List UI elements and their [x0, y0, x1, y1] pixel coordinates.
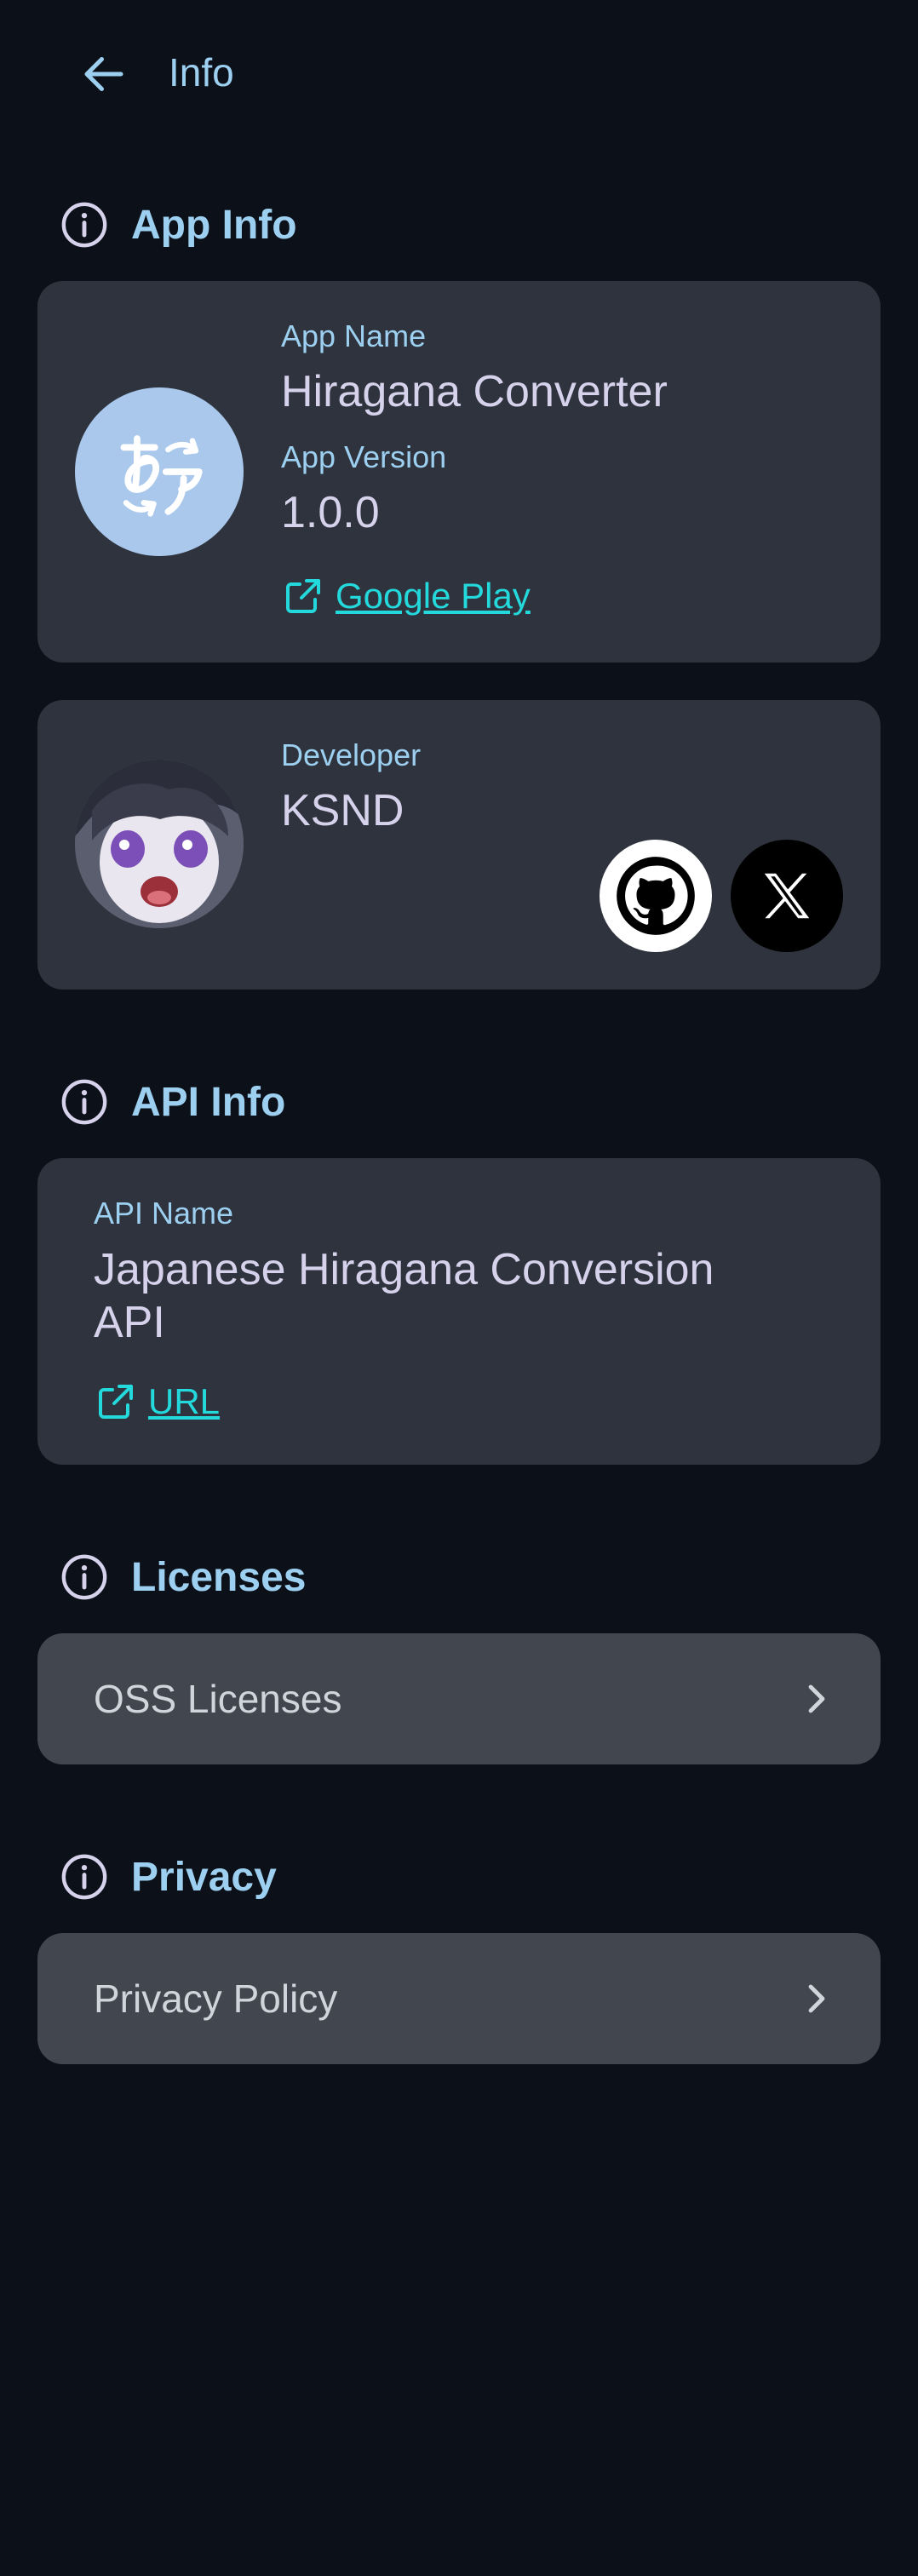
api-info-card: API Name Japanese Hiragana Conversion AP… [37, 1158, 881, 1465]
developer-name: KSND [281, 786, 404, 835]
section-title: Privacy [131, 1854, 277, 1900]
oss-licenses-label: OSS Licenses [94, 1677, 342, 1721]
open-in-new-icon [99, 1385, 133, 1419]
app-name-label: App Name [281, 318, 427, 353]
chevron-right-icon [808, 1684, 825, 1713]
arrow-back-icon [84, 57, 123, 91]
privacy-policy-label: Privacy Policy [94, 1976, 338, 2021]
section-header-api-info: API Info [60, 1076, 285, 1127]
info-icon [61, 1079, 107, 1125]
back-button[interactable] [61, 36, 146, 112]
app-version-value: 1.0.0 [281, 488, 380, 537]
google-play-link[interactable]: Google Play [283, 576, 531, 617]
page-title: Info [169, 50, 234, 95]
top-app-bar: Info [0, 0, 918, 150]
app-icon [75, 387, 244, 556]
chevron-right-icon [808, 1984, 825, 2013]
section-title: API Info [131, 1079, 286, 1125]
translate-kana-icon [120, 435, 203, 517]
github-icon [617, 857, 695, 935]
app-version-label: App Version [281, 439, 447, 474]
x-icon [764, 873, 810, 919]
developer-avatar [75, 760, 244, 928]
api-name-value: Japanese Hiragana Conversion API [94, 1245, 714, 1347]
app-info-card: App Name Hiragana Converter App Version … [37, 281, 881, 663]
oss-licenses-row[interactable]: OSS Licenses [37, 1633, 881, 1764]
section-header-licenses: Licenses [60, 1552, 306, 1603]
github-button[interactable] [600, 840, 712, 952]
api-url-link[interactable]: URL [95, 1381, 220, 1422]
developer-label: Developer [281, 737, 422, 772]
section-title: App Info [131, 202, 297, 248]
section-header-privacy: Privacy [60, 1851, 277, 1902]
open-in-new-icon [286, 579, 320, 613]
google-play-link-text[interactable]: Google Play [336, 576, 531, 617]
section-header-app-info: App Info [60, 199, 297, 250]
api-name-label: API Name [94, 1196, 234, 1231]
section-title: Licenses [131, 1554, 307, 1600]
info-icon [61, 1854, 107, 1900]
x-button[interactable] [731, 840, 843, 952]
privacy-policy-row[interactable]: Privacy Policy [37, 1933, 881, 2064]
info-icon [61, 202, 107, 248]
api-url-link-text[interactable]: URL [148, 1381, 220, 1422]
developer-avatar-image [75, 760, 244, 928]
developer-card: Developer KSND [37, 700, 881, 990]
info-icon [61, 1554, 107, 1600]
app-name-value: Hiragana Converter [281, 367, 668, 416]
